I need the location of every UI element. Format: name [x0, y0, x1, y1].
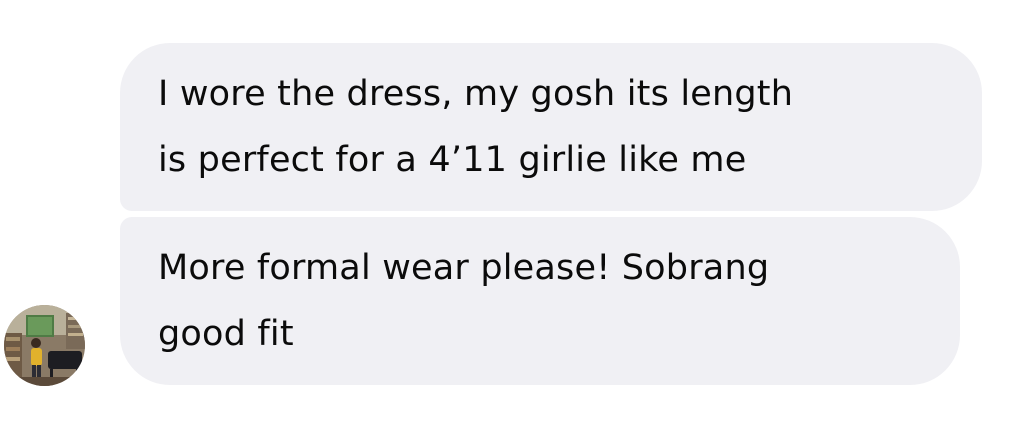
user-avatar-photo-icon [4, 305, 85, 386]
message-bubble-2[interactable]: More formal wear please! Sobrang good fi… [120, 217, 960, 385]
message-bubble-1[interactable]: I wore the dress, my gosh its length is … [120, 43, 982, 211]
avatar[interactable] [4, 305, 85, 386]
